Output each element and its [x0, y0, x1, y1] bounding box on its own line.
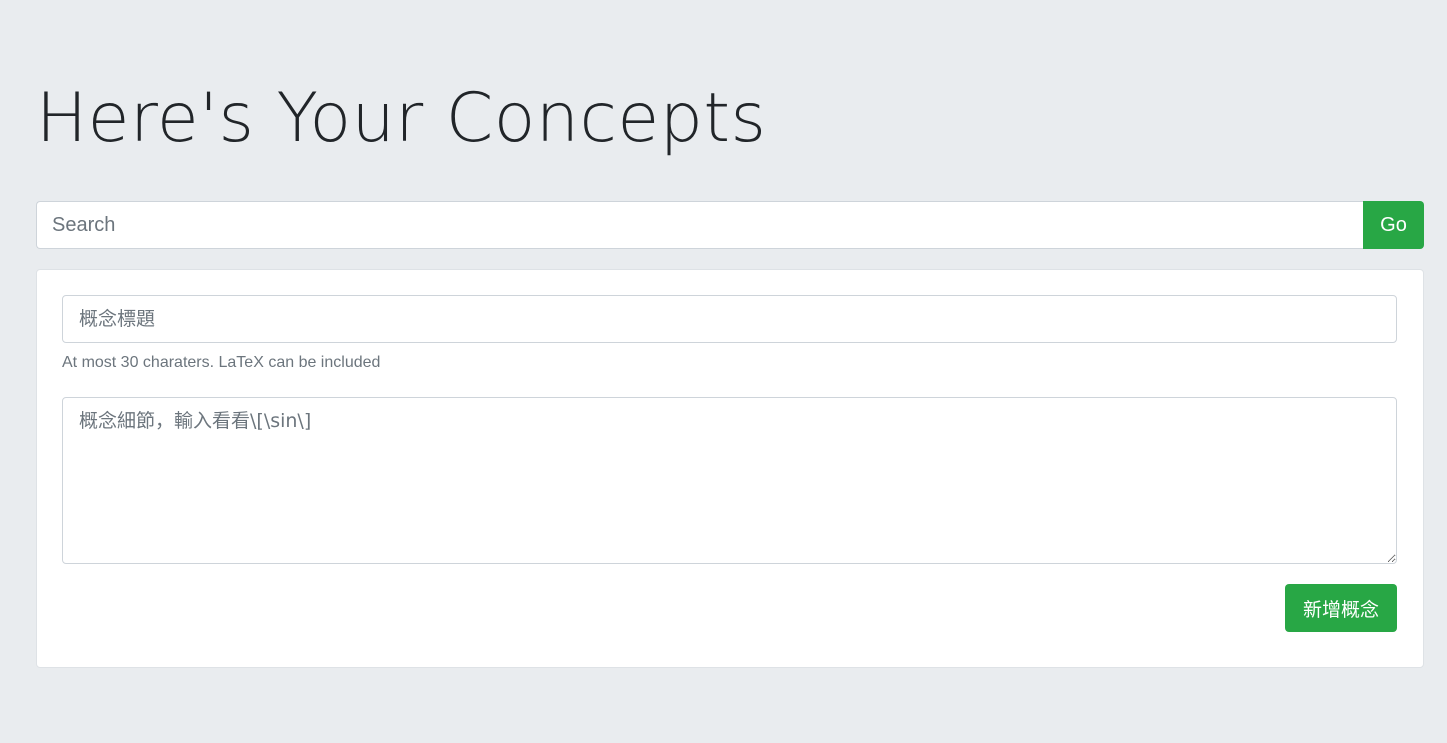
add-concept-button[interactable]: 新增概念 [1285, 584, 1397, 632]
search-group: Go [36, 201, 1424, 249]
page-title: Here's Your Concepts [36, 79, 767, 158]
search-input[interactable] [36, 201, 1363, 249]
go-button[interactable]: Go [1363, 201, 1424, 249]
concept-title-input[interactable] [62, 295, 1397, 343]
concept-form-card: At most 30 charaters. LaTeX can be inclu… [36, 269, 1424, 668]
concept-detail-textarea[interactable] [62, 397, 1397, 564]
page: Here's Your Concepts Go At most 30 chara… [0, 0, 1447, 743]
title-help-text: At most 30 charaters. LaTeX can be inclu… [62, 354, 381, 371]
